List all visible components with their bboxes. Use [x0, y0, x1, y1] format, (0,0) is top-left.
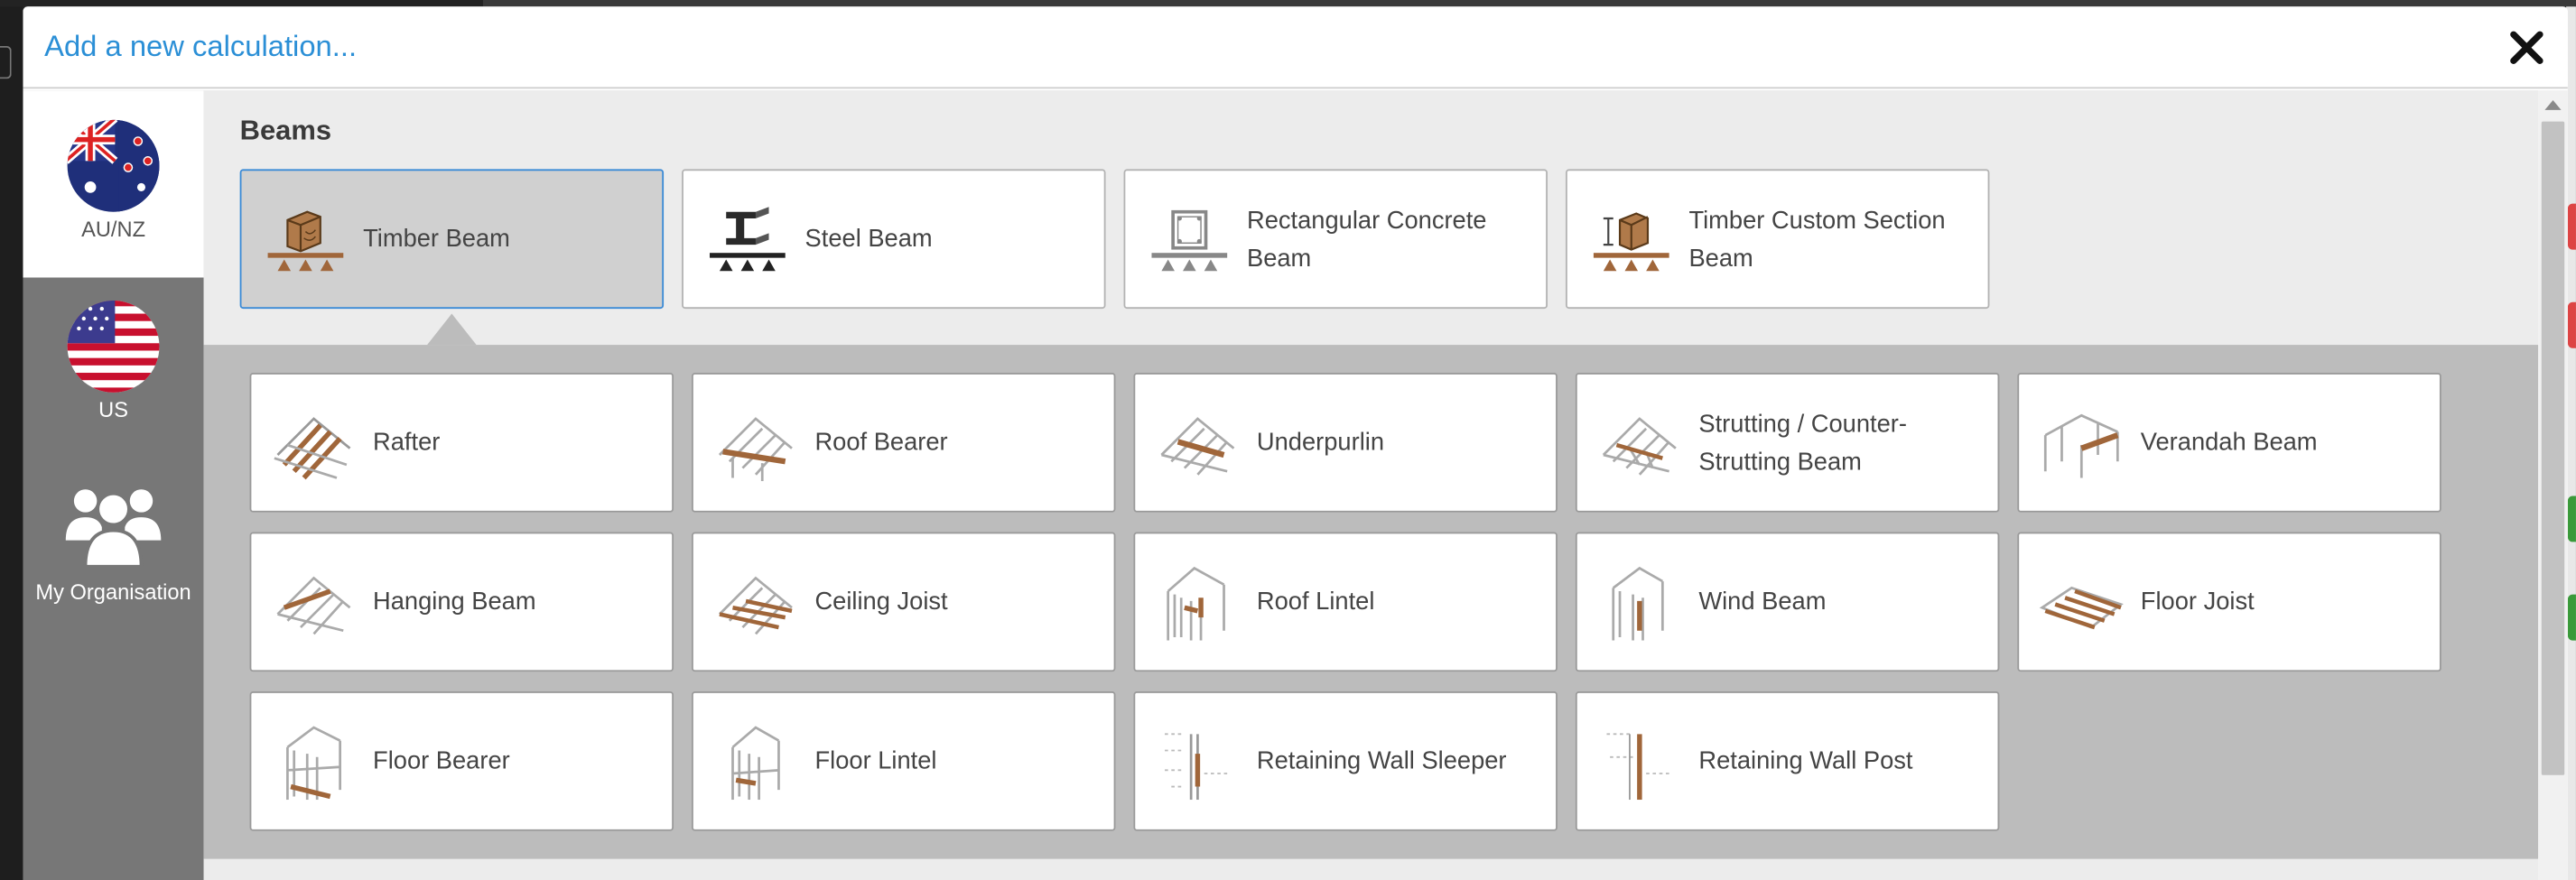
calculation-types-panel: Beams Timber Beam Steel Beam Rectangular…: [203, 90, 2539, 880]
beam-type-label: Timber Beam: [363, 225, 510, 254]
option-card-hanging-beam[interactable]: Hanging Beam: [249, 532, 674, 672]
beam-type-label: Steel Beam: [804, 225, 933, 254]
option-card-retaining-wall-sleeper[interactable]: Retaining Wall Sleeper: [1133, 691, 1558, 831]
dialog-header: Add a new calculation...: [23, 6, 2568, 89]
option-label: Underpurlin: [1256, 428, 1385, 457]
timber-custom-section-icon: [1593, 211, 1669, 271]
section-title-beams: Beams: [239, 115, 332, 146]
floor-lintel-icon: [731, 725, 780, 800]
option-label: Hanging Beam: [373, 588, 536, 616]
background-green-marker: [2567, 496, 2576, 542]
option-card-floor-bearer[interactable]: Floor Bearer: [249, 691, 674, 831]
option-label: Ceiling Joist: [814, 588, 948, 616]
wind-beam-icon: [1612, 566, 1664, 640]
floor-bearer-icon: [286, 725, 342, 800]
timber-beam-options-panel: Rafter Roof Bearer Underpurlin Strutting…: [203, 345, 2539, 859]
sidebar-item-label: My Organisation: [35, 579, 191, 605]
option-card-retaining-wall-post[interactable]: Retaining Wall Post: [1575, 691, 2000, 831]
option-card-rafter[interactable]: Rafter: [249, 373, 674, 513]
beam-type-label: Timber Custom Section Beam: [1688, 206, 1946, 273]
steel-beam-icon: [710, 206, 786, 271]
option-card-wind-beam[interactable]: Wind Beam: [1575, 532, 2000, 672]
option-label: Retaining Wall Sleeper: [1256, 746, 1507, 775]
beam-type-label: Rectangular Concrete Beam: [1247, 206, 1487, 273]
beam-type-card-timber-beam[interactable]: Timber Beam: [239, 169, 665, 310]
roof-bearer-icon: [718, 416, 793, 481]
option-card-floor-joist[interactable]: Floor Joist: [2017, 532, 2441, 672]
option-label: Floor Lintel: [814, 746, 937, 775]
hanging-beam-icon: [276, 575, 351, 635]
option-card-strutting-beam[interactable]: Strutting / Counter-Strutting Beam: [1575, 373, 2000, 513]
option-card-roof-lintel[interactable]: Roof Lintel: [1133, 532, 1558, 672]
us-flag-icon: [67, 300, 160, 393]
retaining-wall-post-icon: [1606, 732, 1673, 800]
scroll-up-arrow-icon[interactable]: [2544, 99, 2562, 110]
sidebar-item-my-organisation[interactable]: My Organisation: [23, 475, 203, 613]
retaining-wall-sleeper-icon: [1165, 732, 1228, 800]
background-tab-edge: [0, 45, 12, 79]
close-icon: [2510, 31, 2543, 64]
background-top-strip: [482, 0, 2576, 7]
option-card-ceiling-joist[interactable]: Ceiling Joist: [692, 532, 1116, 672]
concrete-beam-icon: [1151, 208, 1228, 271]
add-calculation-dialog: Add a new calculation... AU/NZ US My Org…: [23, 6, 2568, 880]
dialog-title: Add a new calculation...: [44, 29, 358, 63]
background-app-edge: [0, 6, 23, 880]
au-nz-flag-icon: [67, 119, 160, 212]
background-red-marker: [2567, 203, 2576, 250]
beam-type-card-steel-beam[interactable]: Steel Beam: [682, 169, 1106, 310]
option-card-verandah-beam[interactable]: Verandah Beam: [2017, 373, 2441, 513]
floor-joist-icon: [2039, 585, 2124, 629]
selection-pointer: [427, 313, 477, 346]
background-red-marker: [2567, 301, 2576, 348]
beam-type-card-timber-custom-section-beam[interactable]: Timber Custom Section Beam: [1565, 169, 1990, 310]
beam-type-card-rectangular-concrete-beam[interactable]: Rectangular Concrete Beam: [1123, 169, 1548, 310]
option-card-floor-lintel[interactable]: Floor Lintel: [692, 691, 1116, 831]
strutting-beam-icon: [1602, 416, 1677, 475]
app-viewport: Add a new calculation... AU/NZ US My Org…: [0, 0, 2576, 880]
background-left-strip: [0, 0, 483, 7]
sidebar-item-au-nz[interactable]: AU/NZ: [23, 90, 204, 278]
option-card-roof-bearer[interactable]: Roof Bearer: [692, 373, 1116, 513]
sidebar-item-label: US: [98, 397, 128, 422]
scrollbar-thumb[interactable]: [2541, 121, 2565, 775]
underpurlin-icon: [1160, 416, 1235, 475]
option-label: Wind Beam: [1698, 588, 1827, 616]
option-label: Strutting / Counter-Strutting Beam: [1698, 409, 1907, 476]
sidebar-item-label: AU/NZ: [81, 217, 146, 242]
option-label: Roof Lintel: [1256, 588, 1375, 616]
close-button[interactable]: [2508, 30, 2544, 66]
option-label: Verandah Beam: [2140, 428, 2318, 457]
rafter-icon: [274, 416, 351, 479]
verandah-beam-icon: [2043, 412, 2119, 477]
sidebar-item-us[interactable]: US: [23, 299, 203, 437]
option-label: Rafter: [373, 428, 441, 457]
vertical-scrollbar[interactable]: [2538, 90, 2568, 880]
roof-lintel-icon: [1167, 565, 1225, 640]
option-label: Roof Bearer: [814, 428, 948, 457]
option-card-underpurlin[interactable]: Underpurlin: [1133, 373, 1558, 513]
timber-beam-icon: [267, 209, 344, 271]
region-sidebar: AU/NZ US My Organisation: [23, 90, 204, 880]
option-label: Floor Bearer: [373, 746, 510, 775]
users-group-icon: [65, 489, 162, 569]
option-label: Retaining Wall Post: [1698, 746, 1913, 775]
background-green-marker: [2567, 594, 2576, 641]
option-label: Floor Joist: [2140, 588, 2255, 616]
ceiling-joist-icon: [718, 575, 793, 635]
